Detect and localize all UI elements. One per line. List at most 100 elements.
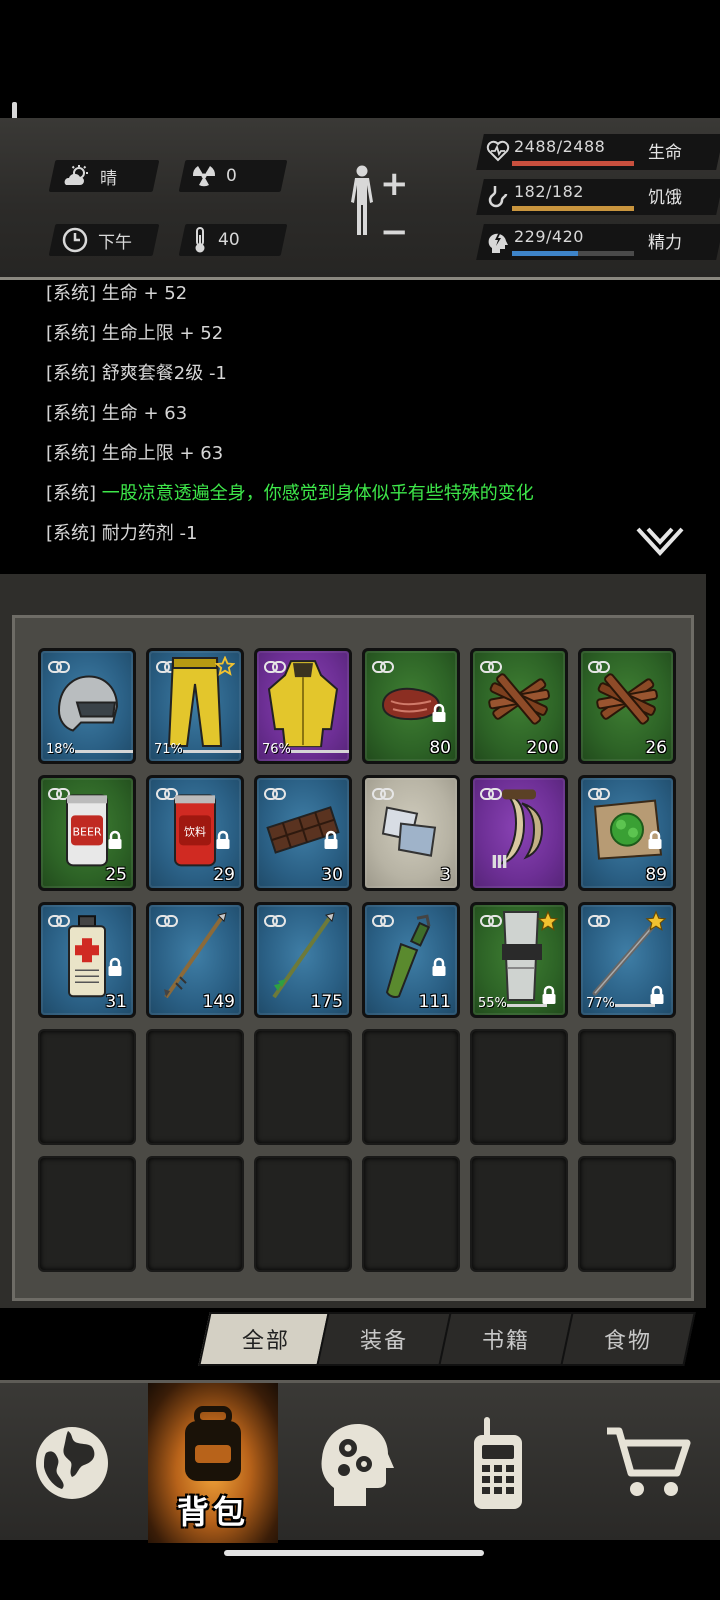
inventory-slot-empty[interactable] [470,1029,568,1145]
item-durability: 18% [46,742,75,757]
weather-label: 晴 [100,168,117,189]
heart-icon [486,140,510,162]
nav-world-map[interactable] [0,1383,144,1543]
body-figure-icon[interactable] [346,165,378,237]
health-label: 生命 [648,143,682,163]
thermometer-icon [195,227,205,253]
lock-icon [215,830,231,854]
inventory-slot[interactable]: 175 [254,902,352,1018]
item-durability: 55% [478,996,507,1011]
star-icon [214,655,236,680]
hunger-label: 饥饿 [648,188,682,208]
log-line: [系统] 生命上限 + 63 [46,443,224,464]
inventory-slot-empty[interactable] [362,1029,460,1145]
wood-sticks-icon [483,671,555,739]
durability-bar [507,1004,547,1007]
shopping-cart-icon [607,1427,691,1496]
temperature-chip: 40 [178,224,288,256]
inventory-slot[interactable]: 71% [146,648,244,764]
link-icon [372,658,394,677]
weather-chip: 晴 [48,160,160,192]
hazmat-jacket-icon [263,657,343,751]
tab-all[interactable]: 全部 [198,1312,334,1366]
inventory-slot[interactable]: 3 [362,775,460,891]
inventory-slot[interactable]: 18% [38,648,136,764]
health-stat: 2488/2488 生命 [476,134,720,170]
link-icon [264,785,286,804]
helmet-icon [51,666,123,742]
inventory-slot-empty[interactable] [254,1156,352,1272]
inventory-slot[interactable]: 89 [578,775,676,891]
inventory-slot[interactable]: BEER 25 [38,775,136,891]
body-plus-button[interactable]: + [380,164,409,204]
inventory-slot-empty[interactable] [38,1156,136,1272]
cloth-scraps-icon [379,798,443,866]
lock-icon [107,957,123,981]
lock-icon [323,830,339,854]
walkie-talkie-icon [474,1417,522,1509]
nav-skills[interactable] [282,1383,426,1543]
log-line: [系统] 耐力药剂 -1 [46,523,198,544]
home-indicator[interactable] [224,1550,484,1556]
inventory-slot-empty[interactable] [578,1156,676,1272]
item-quantity: 29 [213,865,235,885]
log-line: [系统] 生命 + 52 [46,283,188,304]
inventory-slot[interactable]: Ⅲ [470,775,568,891]
body-minus-button[interactable]: − [380,212,409,252]
time-chip: 下午 [48,224,160,256]
inventory-slot-empty[interactable] [38,1029,136,1145]
inventory-grid: 18% 71% 76% 80 200 26 BEER 25 饮料 29 30 3 Ⅲ 89 31 149 175… [12,615,694,1301]
inventory-slot-empty[interactable] [362,1156,460,1272]
inventory-slot[interactable]: 55% [470,902,568,1018]
item-durability: 77% [586,996,615,1011]
tab-food[interactable]: 食物 [560,1312,696,1366]
inventory-slot[interactable]: 200 [470,648,568,764]
inventory-slot[interactable]: 31 [38,902,136,1018]
message-log[interactable]: [系统] 生命 + 52 [系统] 生命上限 + 52 [系统] 舒爽套餐2级 -1… [0,281,720,567]
svg-text:饮料: 饮料 [184,824,206,838]
nav-backpack[interactable]: 背包 [148,1383,278,1543]
inventory-slot[interactable]: 149 [146,902,244,1018]
stamina-value: 229/420 [514,227,584,246]
medicine-spray-icon [65,914,109,1002]
inventory-slot-empty[interactable] [146,1029,244,1145]
log-prefix: [系统] [46,483,102,504]
stamina-stat: 229/420 精力 [476,224,720,260]
star-icon [645,910,667,936]
item-quantity: 30 [321,865,343,885]
inventory-slot-empty[interactable] [146,1156,244,1272]
item-quantity: 111 [418,992,451,1012]
stamina-label: 精力 [648,233,682,253]
health-value: 2488/2488 [514,137,606,156]
inventory-slot[interactable]: 饮料 29 [146,775,244,891]
lock-icon [431,957,447,981]
inventory-slot-empty[interactable] [470,1156,568,1272]
inventory-slot[interactable]: 30 [254,775,352,891]
stomach-icon [488,186,508,208]
tab-books[interactable]: 书籍 [438,1312,574,1366]
wood-sticks-icon [591,671,663,739]
inventory-slot-empty[interactable] [254,1029,352,1145]
expand-log-chevron-icon[interactable] [636,527,684,557]
hunger-value: 182/182 [514,182,584,201]
inventory-slot[interactable]: 77% [578,902,676,1018]
inventory-slot[interactable]: 80 [362,648,460,764]
item-quantity: 200 [526,738,559,758]
clock-icon [62,227,88,253]
nav-radio[interactable] [426,1383,570,1543]
inventory-slot[interactable]: 26 [578,648,676,764]
partly-cloudy-icon [64,165,88,185]
log-line: [系统] 一股凉意透遍全身，你感觉到身体似乎有些特殊的变化 [46,479,534,505]
lock-icon [431,703,447,727]
item-quantity: 31 [105,992,127,1012]
inventory-slot[interactable]: 76% [254,648,352,764]
log-line: [系统] 生命 + 63 [46,403,188,424]
item-quantity: 3 [440,865,451,885]
inventory-slot-empty[interactable] [578,1029,676,1145]
tab-equipment[interactable]: 装备 [316,1312,452,1366]
star-icon [537,910,559,936]
item-tier: Ⅲ [491,852,509,873]
nav-shop[interactable] [576,1383,720,1543]
inventory-slot[interactable]: 111 [362,902,460,1018]
durability-bar [183,750,241,753]
